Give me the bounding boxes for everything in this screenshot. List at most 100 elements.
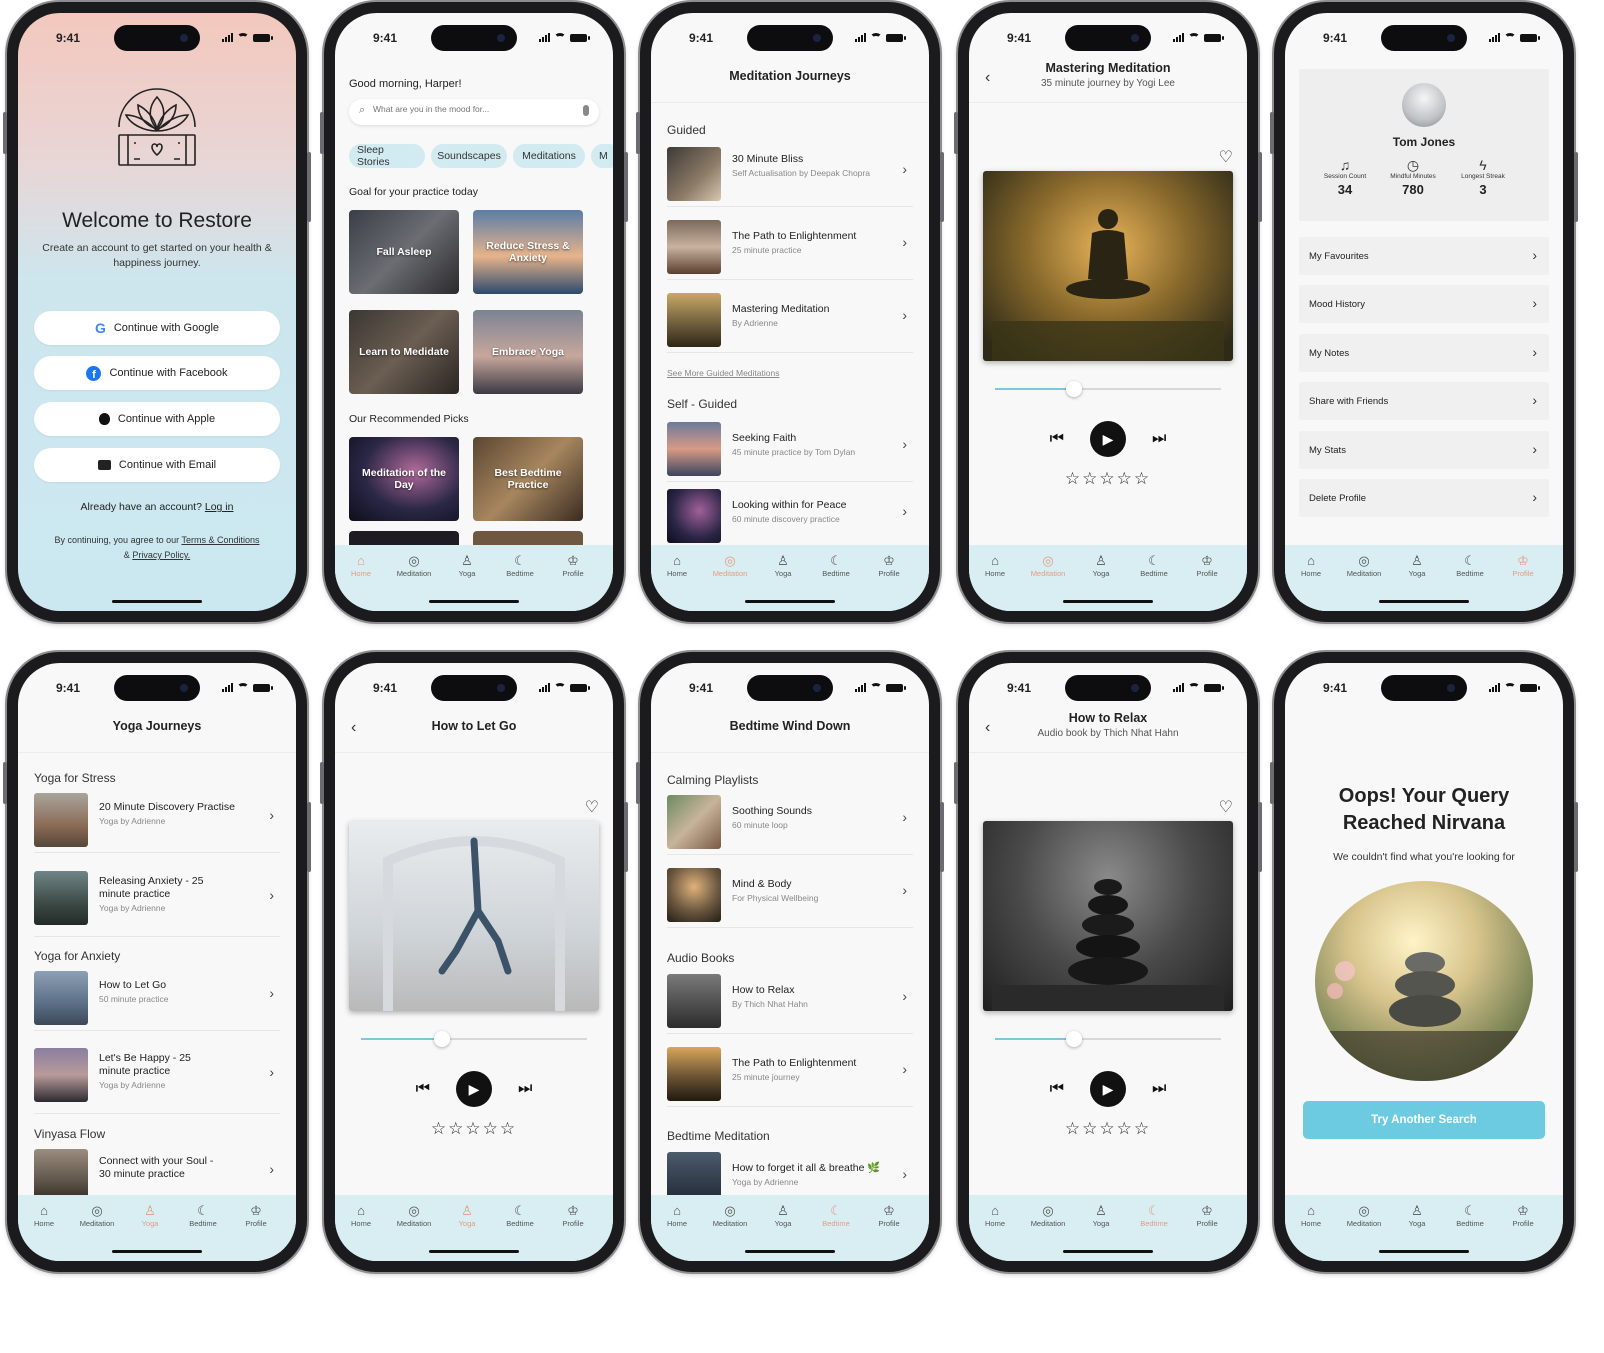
tab-yoga[interactable]: ♙ Yoga — [125, 1203, 175, 1228]
tab-profile[interactable]: ♔ Profile — [548, 1203, 598, 1228]
play-button[interactable]: ▶ — [456, 1071, 492, 1107]
tile-embrace-yoga[interactable]: Embrace Yoga — [473, 310, 583, 394]
menu-my-notes[interactable]: My Notes › — [1299, 334, 1549, 372]
login-link[interactable]: Log in — [205, 501, 234, 513]
menu-delete-profile[interactable]: Delete Profile › — [1299, 479, 1549, 517]
progress-slider[interactable] — [995, 1031, 1221, 1047]
tab-bedtime[interactable]: ☾ Bedtime — [811, 553, 861, 578]
tile-fall-asleep[interactable]: Fall Asleep — [349, 210, 459, 294]
skip-forward-icon[interactable]: ⏭ — [1152, 430, 1166, 448]
list-item[interactable]: How to Relax By Thich Nhat Hahn › — [667, 968, 913, 1034]
tab-yoga[interactable]: ♙ Yoga — [1076, 553, 1126, 578]
search-input[interactable] — [373, 104, 563, 114]
continue-email-button[interactable]: Continue with Email — [34, 448, 280, 482]
tab-profile[interactable]: ♔ Profile — [1182, 1203, 1232, 1228]
terms-link[interactable]: Terms & Conditions — [181, 535, 259, 545]
tab-yoga[interactable]: ♙ Yoga — [758, 553, 808, 578]
tab-home[interactable]: ⌂ Home — [19, 1203, 69, 1228]
rating-stars[interactable]: ☆☆☆☆☆ — [335, 1119, 613, 1139]
tab-profile[interactable]: ♔ Profile — [548, 553, 598, 578]
tab-yoga[interactable]: ♙ Yoga — [1076, 1203, 1126, 1228]
tab-home[interactable]: ⌂ Home — [652, 553, 702, 578]
tab-meditation[interactable]: ◎ Meditation — [1023, 553, 1073, 578]
tab-bedtime[interactable]: ☾ Bedtime — [1445, 1203, 1495, 1228]
tab-meditation[interactable]: ◎ Meditation — [705, 1203, 755, 1228]
skip-back-icon[interactable]: ⏮ — [416, 1080, 430, 1098]
search-bar[interactable]: ⌕ — [349, 99, 599, 125]
skip-forward-icon[interactable]: ⏭ — [518, 1080, 532, 1098]
skip-back-icon[interactable]: ⏮ — [1050, 1080, 1064, 1098]
see-more-link[interactable]: See More Guided Meditations — [667, 368, 779, 378]
tab-meditation[interactable]: ◎ Meditation — [1339, 1203, 1389, 1228]
tab-home[interactable]: ⌂ Home — [1286, 553, 1336, 578]
microphone-icon[interactable] — [583, 105, 589, 116]
rating-stars[interactable]: ☆☆☆☆☆ — [969, 469, 1247, 489]
list-item[interactable]: Mind & Body For Physical Wellbeing › — [667, 862, 913, 928]
progress-knob[interactable] — [1066, 381, 1083, 397]
tile-meditation-of-day[interactable]: Meditation of the Day — [349, 437, 459, 521]
list-item[interactable]: How to Let Go 50 minute practice › — [34, 965, 280, 1031]
list-item[interactable]: The Path to Enlightenment 25 minute jour… — [667, 1041, 913, 1107]
tab-home[interactable]: ⌂ Home — [652, 1203, 702, 1228]
list-item[interactable]: Let's Be Happy - 25 minute practice Yoga… — [34, 1038, 280, 1114]
tab-home[interactable]: ⌂ Home — [336, 1203, 386, 1228]
tab-yoga[interactable]: ♙ Yoga — [1392, 1203, 1442, 1228]
progress-slider[interactable] — [361, 1031, 587, 1047]
skip-forward-icon[interactable]: ⏭ — [1152, 1080, 1166, 1098]
continue-facebook-button[interactable]: f Continue with Facebook — [34, 356, 280, 390]
rating-stars[interactable]: ☆☆☆☆☆ — [969, 1119, 1247, 1139]
tab-yoga[interactable]: ♙ Yoga — [442, 553, 492, 578]
chip-sleep-stories[interactable]: Sleep Stories — [349, 144, 425, 168]
continue-google-button[interactable]: G Continue with Google — [34, 311, 280, 345]
tab-meditation[interactable]: ◎ Meditation — [389, 553, 439, 578]
tab-home[interactable]: ⌂ Home — [970, 553, 1020, 578]
progress-knob[interactable] — [434, 1031, 451, 1047]
menu-my-stats[interactable]: My Stats › — [1299, 431, 1549, 469]
heart-icon[interactable]: ♡ — [585, 797, 599, 817]
heart-icon[interactable]: ♡ — [1219, 147, 1233, 167]
tab-profile[interactable]: ♔ Profile — [231, 1203, 281, 1228]
list-item[interactable]: Looking within for Peace 60 minute disco… — [667, 483, 913, 549]
list-item[interactable]: Mastering Meditation By Adrienne › — [667, 287, 913, 353]
list-item[interactable]: Soothing Sounds 60 minute loop › — [667, 789, 913, 855]
tab-meditation[interactable]: ◎ Meditation — [1023, 1203, 1073, 1228]
tab-bedtime[interactable]: ☾ Bedtime — [495, 553, 545, 578]
chip-more[interactable]: M — [591, 144, 613, 168]
progress-slider[interactable] — [995, 381, 1221, 397]
tab-profile[interactable]: ♔ Profile — [1498, 1203, 1548, 1228]
tile-best-bedtime[interactable]: Best Bedtime Practice — [473, 437, 583, 521]
list-item[interactable]: 30 Minute Bliss Self Actualisation by De… — [667, 141, 913, 207]
tab-meditation[interactable]: ◎ Meditation — [705, 553, 755, 578]
menu-mood-history[interactable]: Mood History › — [1299, 285, 1549, 323]
list-item[interactable]: Releasing Anxiety - 25 minute practice Y… — [34, 861, 280, 937]
menu-my-favourites[interactable]: My Favourites › — [1299, 237, 1549, 275]
tab-meditation[interactable]: ◎ Meditation — [1339, 553, 1389, 578]
play-button[interactable]: ▶ — [1090, 1071, 1126, 1107]
continue-apple-button[interactable]: Continue with Apple — [34, 402, 280, 436]
tab-profile[interactable]: ♔ Profile — [864, 1203, 914, 1228]
chip-meditations[interactable]: Meditations — [513, 144, 585, 168]
back-chevron-icon[interactable]: ‹ — [985, 69, 990, 87]
tab-bedtime[interactable]: ☾ Bedtime — [811, 1203, 861, 1228]
tab-home[interactable]: ⌂ Home — [336, 553, 386, 578]
progress-knob[interactable] — [1066, 1031, 1083, 1047]
back-chevron-icon[interactable]: ‹ — [351, 719, 356, 737]
tab-home[interactable]: ⌂ Home — [970, 1203, 1020, 1228]
tab-yoga[interactable]: ♙ Yoga — [758, 1203, 808, 1228]
tab-bedtime[interactable]: ☾ Bedtime — [1445, 553, 1495, 578]
skip-back-icon[interactable]: ⏮ — [1050, 430, 1064, 448]
chip-soundscapes[interactable]: Soundscapes — [431, 144, 507, 168]
tab-meditation[interactable]: ◎ Meditation — [72, 1203, 122, 1228]
list-item[interactable]: 20 Minute Discovery Practise Yoga by Adr… — [34, 787, 280, 853]
heart-icon[interactable]: ♡ — [1219, 797, 1233, 817]
tab-bedtime[interactable]: ☾ Bedtime — [1129, 553, 1179, 578]
tab-profile[interactable]: ♔ Profile — [1182, 553, 1232, 578]
privacy-link[interactable]: Privacy Policy. — [132, 550, 190, 560]
tab-bedtime[interactable]: ☾ Bedtime — [495, 1203, 545, 1228]
tab-profile[interactable]: ♔ Profile — [864, 553, 914, 578]
tile-reduce-stress[interactable]: Reduce Stress & Anxiety — [473, 210, 583, 294]
play-button[interactable]: ▶ — [1090, 421, 1126, 457]
tab-yoga[interactable]: ♙ Yoga — [1392, 553, 1442, 578]
list-item[interactable]: The Path to Enlightenment 25 minute prac… — [667, 214, 913, 280]
tab-meditation[interactable]: ◎ Meditation — [389, 1203, 439, 1228]
